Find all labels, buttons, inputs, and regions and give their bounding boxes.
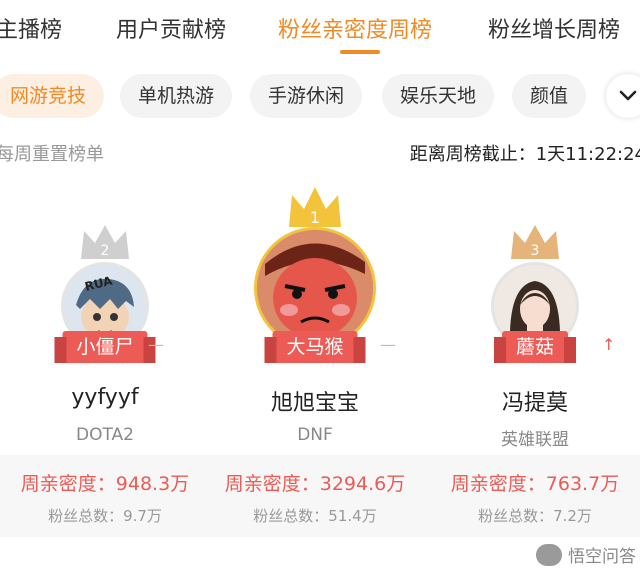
game-category: DOTA2 [76,425,134,445]
trend-indicator: — [148,335,164,354]
svg-text:1: 1 [310,208,320,227]
weekly-intimacy: 周亲密度：3294.6万 [224,473,406,495]
weekly-intimacy: 周亲密度：948.3万 [20,473,190,495]
chat-bubble-icon [536,543,562,566]
podium-rank-2[interactable]: 2 RUA 小僵尸 — yyfyyf DOTA2 [0,185,210,455]
rank-badge-3: 蘑菇 [493,331,577,363]
rank-tabs: 主播榜 用户贡献榜 粉丝亲密度周榜 粉丝增长周榜 [0,0,640,58]
chip-entertainment[interactable]: 娱乐天地 [382,74,495,118]
trend-up-icon: ↑ [602,335,616,354]
tab-fan-intimacy-weekly[interactable]: 粉丝亲密度周榜 [278,12,432,44]
tab-anchor-rank[interactable]: 主播榜 [0,12,62,44]
svg-text:3: 3 [531,243,540,259]
svg-text:2: 2 [101,243,110,259]
chevron-down-icon [619,90,637,101]
chip-mobile-casual[interactable]: 手游休闲 [250,74,363,118]
category-chips: 网游竞技 单机热游 手游休闲 娱乐天地 颜值 [0,68,640,124]
fan-count: 粉丝总数：51.4万 [253,507,377,525]
fan-count: 粉丝总数：7.2万 [478,507,592,525]
podium-rank-3[interactable]: 3 蘑菇 ↑ 冯提莫 英雄联盟 [430,185,640,455]
active-tab-indicator [340,50,380,54]
weekly-intimacy: 周亲密度：763.7万 [450,473,620,495]
bronze-crown-icon: 3 [511,225,559,259]
tab-fan-growth-weekly[interactable]: 粉丝增长周榜 [488,12,620,44]
gold-crown-icon: 1 [289,187,341,227]
tab-user-contribution[interactable]: 用户贡献榜 [116,12,226,44]
game-category: DNF [297,425,333,445]
weekly-reset-note: 每周重置榜单 [0,144,104,165]
streamer-name[interactable]: 旭旭宝宝 [210,385,420,417]
expand-categories-button[interactable] [606,74,640,118]
rank-badge-1: 大马猴 [264,331,366,363]
silver-crown-icon: 2 [81,225,129,259]
stats-rank-3: 周亲密度：763.7万 粉丝总数：7.2万 [430,455,640,537]
chip-appearance[interactable]: 颜值 [512,74,587,118]
podium-rank-1[interactable]: 1 大马猴 — 旭旭宝宝 DNF [210,185,420,455]
trend-indicator: — [380,335,396,354]
chip-online-games[interactable]: 网游竞技 [0,74,105,118]
stats-rank-1: 周亲密度：3294.6万 粉丝总数：51.4万 [210,455,420,537]
watermark: 悟空问答 [536,542,636,567]
countdown-timer: 距离周榜截止：1天11:22:24 [409,144,640,165]
streamer-name[interactable]: 冯提莫 [430,385,640,417]
stats-strip: 周亲密度：948.3万 粉丝总数：9.7万 周亲密度：3294.6万 粉丝总数：… [0,455,640,537]
chip-single-player[interactable]: 单机热游 [120,74,233,118]
game-category: 英雄联盟 [501,430,569,450]
fan-count: 粉丝总数：9.7万 [48,507,162,525]
stats-rank-2: 周亲密度：948.3万 粉丝总数：9.7万 [0,455,210,537]
avatar-cartoon-image [257,230,373,346]
streamer-name[interactable]: yyfyyf [0,385,210,410]
watermark-text: 悟空问答 [568,547,636,567]
rank-badge-2: 小僵尸 [54,331,156,363]
